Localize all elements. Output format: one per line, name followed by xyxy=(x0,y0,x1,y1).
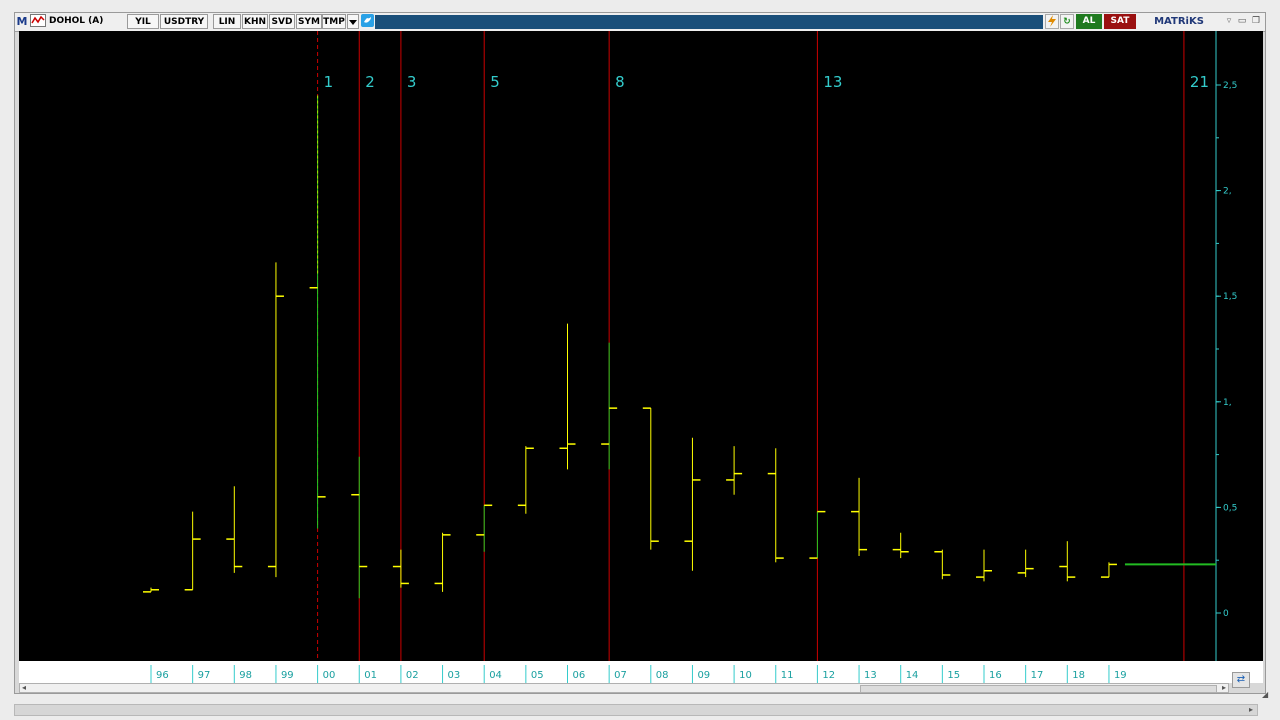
fibonacci-label: 21 xyxy=(1190,73,1209,91)
sync-icon[interactable]: ⇄ xyxy=(1232,672,1250,688)
chart-window: M DOHOL (A) YIL USDTRY LIN KHN SVD SYM T… xyxy=(14,12,1266,694)
scale-lin-button[interactable]: LIN xyxy=(213,14,241,29)
ohlc-bar xyxy=(226,486,243,573)
x-tick-label: 07 xyxy=(614,670,627,681)
ohlc-bar xyxy=(684,437,701,571)
x-tick-label: 97 xyxy=(198,670,211,681)
y-tick-label: 2, xyxy=(1223,187,1232,197)
restore-icon[interactable]: ❐ xyxy=(1249,14,1263,29)
y-tick-label: 0 xyxy=(1223,609,1229,619)
ohlc-bar xyxy=(559,323,576,470)
y-tick-label: 1, xyxy=(1223,398,1232,408)
x-tick-label: 13 xyxy=(864,670,877,681)
x-tick-label: 12 xyxy=(822,670,835,681)
scroll-left-icon[interactable]: ◂ xyxy=(22,684,26,692)
ohlc-bar xyxy=(809,510,826,559)
ohlc-bar xyxy=(1059,541,1076,582)
ohlc-bar xyxy=(1017,549,1034,578)
ohlc-bar xyxy=(934,549,951,580)
x-tick-label: 98 xyxy=(239,670,252,681)
ohlc-bar xyxy=(143,587,159,593)
ohlc-bar xyxy=(892,532,909,559)
x-tick-label: 19 xyxy=(1114,670,1127,681)
matriks-logo: M xyxy=(16,15,28,28)
x-tick-label: 01 xyxy=(364,670,377,681)
ohlc-bar xyxy=(1100,562,1117,578)
window-dropdown-icon[interactable]: ▿ xyxy=(1223,14,1235,29)
x-tick-label: 04 xyxy=(489,670,502,681)
x-tick-label: 14 xyxy=(906,670,919,681)
y-tick-label: 1,5 xyxy=(1223,292,1237,302)
bottom-scroll-right-icon[interactable]: ▸ xyxy=(1249,705,1253,715)
x-tick-label: 09 xyxy=(697,670,710,681)
x-tick-label: 99 xyxy=(281,670,294,681)
tmp-button[interactable]: TMP xyxy=(322,14,346,29)
symbol-label[interactable]: DOHOL (A) xyxy=(49,14,125,29)
fibonacci-label: 13 xyxy=(823,73,842,91)
ohlc-bar xyxy=(517,446,534,514)
twitter-icon[interactable] xyxy=(360,14,374,29)
khn-button[interactable]: KHN xyxy=(242,14,268,29)
x-tick-label: 18 xyxy=(1072,670,1085,681)
minimize-icon[interactable]: ▭ xyxy=(1236,14,1248,29)
ohlc-bar xyxy=(392,549,409,588)
alert-icon[interactable] xyxy=(1045,14,1059,29)
y-tick-label: 0,5 xyxy=(1223,503,1237,513)
ohlc-bar xyxy=(434,532,451,592)
chart-type-icon[interactable] xyxy=(29,14,47,29)
ohlc-bar xyxy=(267,262,284,578)
fibonacci-label: 5 xyxy=(490,73,500,91)
ohlc-bar xyxy=(767,448,784,563)
resize-grip-icon[interactable]: ◢ xyxy=(1262,690,1268,699)
fibonacci-label: 3 xyxy=(407,73,417,91)
toolbar-dropdown-icon[interactable] xyxy=(347,14,359,29)
ohlc-bar xyxy=(184,511,201,591)
x-tick-label: 16 xyxy=(989,670,1002,681)
ohlc-bar xyxy=(726,446,743,495)
refresh-icon[interactable]: ↻ xyxy=(1060,14,1074,29)
scroll-right-icon[interactable]: ▸ xyxy=(1222,684,1226,692)
fibonacci-label: 1 xyxy=(324,73,334,91)
currency-usdtry-button[interactable]: USDTRY xyxy=(160,14,208,29)
fibonacci-label: 2 xyxy=(365,73,375,91)
ohlc-bar xyxy=(976,549,992,582)
x-tick-label: 08 xyxy=(656,670,669,681)
svd-button[interactable]: SVD xyxy=(269,14,295,29)
x-axis: 96 97 98 99 00 01 02 03 04 05 06 07 08 09 10 11 12 13 14 15… xyxy=(150,665,1127,683)
x-tick-label: 03 xyxy=(448,670,461,681)
horizontal-scrollbar[interactable]: ◂ ▸ xyxy=(19,683,1229,693)
x-tick-label: 10 xyxy=(739,670,752,681)
y-tick-label: 2,5 xyxy=(1223,81,1237,91)
x-tick-label: 06 xyxy=(573,670,586,681)
bottom-scrollbar[interactable]: ▸ xyxy=(14,704,1258,716)
ohlc-bar xyxy=(309,95,326,529)
fibonacci-label: 8 xyxy=(615,73,625,91)
sell-button[interactable]: SAT xyxy=(1104,14,1136,29)
x-tick-label: 02 xyxy=(406,670,419,681)
title-bar-fill xyxy=(375,15,1043,29)
period-year-button[interactable]: YIL xyxy=(127,14,159,29)
x-tick-label: 17 xyxy=(1031,670,1044,681)
price-chart-area[interactable]: 0 0,5 1, 1,5 2, 2,5 1 2 3 5 8 13 21 xyxy=(19,31,1263,661)
x-tick-label: 05 xyxy=(531,670,544,681)
chart-toolbar: M DOHOL (A) YIL USDTRY LIN KHN SVD SYM T… xyxy=(15,13,1265,32)
x-tick-label: 00 xyxy=(323,670,336,681)
ohlc-bar xyxy=(476,504,493,552)
x-tick-label: 96 xyxy=(156,670,169,681)
brand-label: MATRiKS xyxy=(1154,16,1204,27)
ohlc-bar xyxy=(642,407,659,550)
price-chart[interactable]: 0 0,5 1, 1,5 2, 2,5 1 2 3 5 8 13 21 xyxy=(19,31,1263,661)
x-tick-label: 15 xyxy=(947,670,960,681)
sym-button[interactable]: SYM xyxy=(296,14,322,29)
ohlc-bar xyxy=(601,342,618,470)
x-axis-bar: 96 97 98 99 00 01 02 03 04 05 06 07 08 09 10 11 12 13 14 15… xyxy=(19,661,1263,683)
ohlc-bar xyxy=(351,456,368,599)
ohlc-bar xyxy=(851,477,868,556)
x-tick-label: 11 xyxy=(781,670,794,681)
scroll-thumb[interactable] xyxy=(860,685,1217,693)
buy-button[interactable]: AL xyxy=(1076,14,1102,29)
